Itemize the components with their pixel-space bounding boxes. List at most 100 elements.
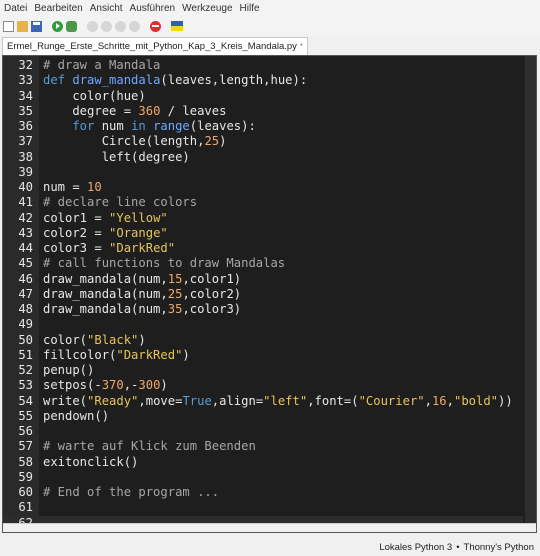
- interpreter-status[interactable]: Lokales Python 3: [379, 542, 452, 553]
- code-line[interactable]: 50 color("Black"): [3, 333, 523, 348]
- code-line[interactable]: 35 degree = 360 / leaves: [3, 104, 523, 119]
- menu-bearbeiten[interactable]: Bearbeiten: [30, 3, 85, 14]
- code-token: ): [219, 134, 227, 149]
- code-token: draw_mandala(num,: [43, 271, 168, 286]
- code-token: "Ready": [87, 393, 139, 408]
- code-token: 25: [204, 134, 220, 149]
- code-token: "DarkRed": [116, 347, 183, 362]
- code-token: ,color3): [182, 302, 242, 316]
- line-number: 45: [18, 256, 33, 271]
- code-line[interactable]: 33 def draw_mandala(leaves,length,hue):: [3, 73, 523, 88]
- open-file-icon[interactable]: [17, 20, 28, 32]
- code-line[interactable]: 52 penup(): [3, 363, 523, 378]
- code-token: 15: [167, 271, 183, 286]
- code-token: "Yellow": [109, 210, 168, 225]
- code-line[interactable]: 56: [3, 424, 523, 439]
- menu-bar: Datei Bearbeiten Ansicht Ausführen Werkz…: [0, 0, 540, 16]
- code-token: exitonclick(): [43, 454, 139, 469]
- code-token: fillcolor(: [43, 347, 117, 362]
- code-line[interactable]: 44 color3 = "DarkRed": [3, 241, 523, 256]
- line-number: 55: [18, 408, 33, 423]
- code-token: write(: [43, 393, 88, 408]
- code-line[interactable]: 53 setpos(-370,-300): [3, 378, 523, 393]
- run-icon[interactable]: [52, 20, 63, 32]
- code-text: draw_mandala(num,15,color1): [43, 272, 241, 287]
- code-token: penup(): [43, 363, 95, 377]
- code-text: draw_mandala(num,35,color3): [43, 302, 241, 317]
- editor-tab[interactable]: Ermel_Runge_Erste_Schritte_mit_Python_Ka…: [2, 37, 309, 55]
- code-token: ,color2): [182, 286, 242, 301]
- code-line[interactable]: 60 # End of the program ...: [3, 485, 523, 500]
- code-token: 370: [101, 378, 124, 393]
- new-file-icon[interactable]: [3, 20, 14, 32]
- line-number: 34: [18, 88, 33, 103]
- code-line[interactable]: 47 draw_mandala(num,25,color2): [3, 287, 523, 302]
- code-token: draw_mandala: [72, 73, 161, 88]
- code-line[interactable]: 48 draw_mandala(num,35,color3): [3, 302, 523, 317]
- code-text: # End of the program ...: [43, 485, 219, 500]
- horizontal-scrollbar[interactable]: [3, 523, 536, 532]
- line-number: 47: [18, 286, 33, 301]
- menu-ausfuehren[interactable]: Ausführen: [126, 3, 179, 14]
- code-line[interactable]: 36 for num in range(leaves):: [3, 119, 523, 134]
- line-number: 57: [18, 439, 33, 454]
- code-token: # warte auf Klick zum Beenden: [43, 439, 256, 454]
- code-line[interactable]: 58 exitonclick(): [3, 455, 523, 470]
- code-line[interactable]: 51 fillcolor("DarkRed"): [3, 348, 523, 363]
- save-file-icon[interactable]: [31, 20, 42, 32]
- support-flag-icon[interactable]: [171, 21, 183, 31]
- code-editor[interactable]: 32 # draw a Mandala 33 def draw_mandala(lea…: [2, 55, 537, 533]
- code-area[interactable]: 32 # draw a Mandala 33 def draw_mandala(lea…: [3, 58, 523, 531]
- code-line[interactable]: 61: [3, 500, 523, 515]
- code-token: # draw a Mandala: [43, 58, 161, 72]
- code-token: ,font=(: [307, 393, 359, 408]
- line-number: 52: [18, 363, 33, 377]
- code-token: 10: [87, 180, 102, 194]
- code-token: setpos(-: [43, 378, 102, 393]
- code-line[interactable]: 45 # call functions to draw Mandalas: [3, 256, 523, 271]
- code-line[interactable]: 40 num = 10: [3, 180, 523, 195]
- code-line[interactable]: 39: [3, 165, 523, 180]
- line-number: 61: [18, 500, 33, 515]
- line-number: 40: [18, 180, 33, 194]
- code-token: ): [182, 347, 190, 362]
- line-number: 38: [18, 149, 33, 164]
- code-line[interactable]: 59: [3, 470, 523, 485]
- code-line[interactable]: 34 color(hue): [3, 89, 523, 104]
- code-line[interactable]: 54 write("Ready",move=True,align="left",f…: [3, 394, 523, 409]
- menu-ansicht[interactable]: Ansicht: [86, 3, 126, 14]
- code-token: )): [498, 393, 513, 408]
- menu-datei[interactable]: Datei: [0, 3, 30, 14]
- code-line[interactable]: 41 # declare line colors: [3, 195, 523, 210]
- code-token: "bold": [454, 393, 499, 408]
- debug-icon[interactable]: [66, 20, 77, 32]
- code-line[interactable]: 43 color2 = "Orange": [3, 226, 523, 241]
- line-number: 36: [18, 119, 33, 133]
- code-token: (leaves):: [189, 119, 256, 133]
- tab-close-icon[interactable]: *: [300, 42, 303, 51]
- code-line[interactable]: 49: [3, 317, 523, 332]
- step-over-icon[interactable]: [87, 20, 98, 32]
- code-line[interactable]: 57 # warte auf Klick zum Beenden: [3, 439, 523, 454]
- code-token: Circle(length,: [43, 134, 205, 149]
- code-line[interactable]: 42 color1 = "Yellow": [3, 211, 523, 226]
- code-line[interactable]: 46 draw_mandala(num,15,color1): [3, 272, 523, 287]
- step-into-icon[interactable]: [101, 20, 112, 32]
- step-out-icon[interactable]: [115, 20, 126, 32]
- line-number: 56: [18, 424, 33, 438]
- code-token: ,color1): [182, 271, 242, 286]
- code-text: # warte auf Klick zum Beenden: [43, 439, 256, 454]
- code-token: 25: [167, 286, 183, 301]
- stop-icon[interactable]: [150, 20, 161, 32]
- code-line[interactable]: 37 Circle(length,25): [3, 134, 523, 149]
- code-text: def draw_mandala(leaves,length,hue):: [43, 73, 307, 88]
- menu-hilfe[interactable]: Hilfe: [236, 3, 263, 14]
- code-line[interactable]: 32 # draw a Mandala: [3, 58, 523, 73]
- code-token: ,-: [123, 378, 139, 393]
- menu-werkzeuge[interactable]: Werkzeuge: [178, 3, 235, 14]
- code-line[interactable]: 55 pendown(): [3, 409, 523, 424]
- code-line[interactable]: 38 left(degree): [3, 150, 523, 165]
- resume-icon[interactable]: [129, 20, 140, 32]
- vertical-scrollbar[interactable]: [525, 56, 536, 532]
- code-text: draw_mandala(num,25,color2): [43, 287, 241, 302]
